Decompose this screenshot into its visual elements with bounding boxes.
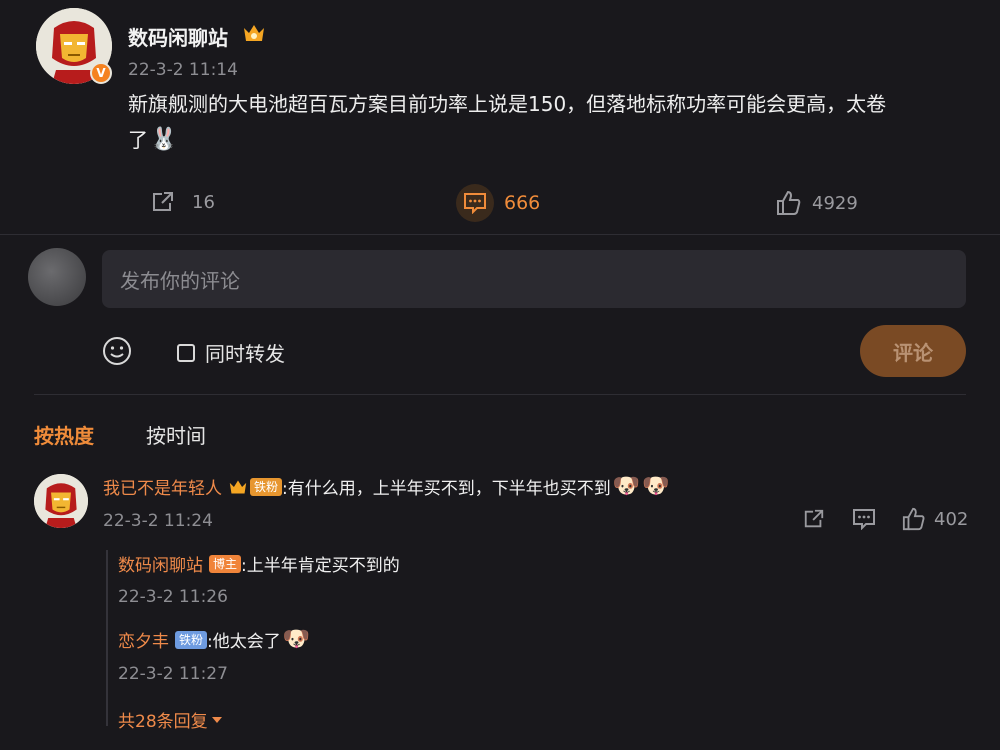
tab-sort-hot[interactable]: 按热度 (34, 420, 94, 449)
doge-emoji-icon: 🐶 (612, 473, 641, 499)
reply-text: :他太会了 (207, 632, 281, 652)
post-text-line2: 了 🐰 (128, 122, 177, 158)
doge-emoji-icon: 🐶 (282, 626, 311, 652)
post-text-tail: 了 (128, 128, 148, 152)
post-time: 22-3-2 11:14 (128, 60, 238, 80)
reply-item: 数码闲聊站 博主 :上半年肯定买不到的 (118, 551, 400, 576)
like-button[interactable]: 4929 (776, 190, 858, 216)
my-avatar (28, 248, 86, 306)
reply-user-name[interactable]: 恋夕丰 (118, 627, 169, 652)
share-icon (153, 192, 173, 211)
comment-like-button[interactable]: 402 (902, 507, 968, 531)
chevron-down-icon (211, 716, 222, 723)
thumbs-up-icon (902, 507, 925, 531)
reply-item: 恋夕丰 铁粉 :他太会了 🐶 (118, 627, 310, 652)
submit-comment-button[interactable]: 评论 (860, 325, 966, 377)
reply-user-name[interactable]: 数码闲聊站 (118, 551, 203, 576)
tab-sort-time[interactable]: 按时间 (146, 420, 206, 449)
reply-time: 22-3-2 11:26 (118, 587, 228, 607)
comment-input[interactable]: 发布你的评论 (102, 250, 966, 308)
comment-text: :有什么用，上半年买不到，下半年也买不到 (282, 479, 611, 499)
post-author-name[interactable]: 数码闲聊站 (128, 22, 228, 51)
commenter-avatar[interactable] (34, 474, 88, 528)
comment-share-button[interactable] (802, 508, 826, 530)
thumbs-up-icon (777, 190, 801, 215)
comment-time: 22-3-2 11:24 (103, 511, 213, 531)
post-divider (0, 234, 1000, 235)
comment-count: 666 (504, 192, 541, 214)
composer-divider (34, 394, 966, 395)
share-button[interactable]: 16 (150, 190, 215, 214)
comment-input-placeholder: 发布你的评论 (120, 268, 240, 293)
more-replies-label: 共28条回复 (118, 712, 208, 732)
ironman-avatar-image (34, 474, 88, 528)
doge-emoji-icon: 🐶 (642, 473, 670, 499)
comment-header: 我已不是年轻人 铁粉 :有什么用，上半年买不到，下半年也买不到 🐶 🐶 (103, 474, 670, 499)
fan-tag: 铁粉 (175, 630, 208, 649)
reply-text: :上半年肯定买不到的 (241, 556, 400, 576)
comment-like-count: 402 (934, 508, 969, 530)
comment-icon (853, 509, 875, 530)
share-count: 16 (192, 191, 215, 213)
smiley-icon (103, 337, 131, 365)
more-replies-link[interactable]: 共28条回复 (118, 707, 223, 732)
crown-badge-icon (242, 22, 266, 44)
verified-badge-icon: V (90, 62, 112, 84)
commenter-name[interactable]: 我已不是年轻人 (103, 474, 222, 499)
fan-tag: 铁粉 (250, 477, 283, 496)
post-text-line1: 新旗舰测的大电池超百瓦方案目前功率上说是150，但落地标称功率可能会更高，太卷 (128, 92, 887, 116)
comment-icon (456, 184, 494, 222)
repost-checkbox[interactable] (177, 343, 195, 362)
repost-toggle[interactable]: 同时转发 (177, 338, 285, 367)
reply-time: 22-3-2 11:27 (118, 664, 228, 684)
emoji-picker-button[interactable] (102, 336, 132, 366)
comment-reply-button[interactable] (852, 508, 876, 530)
repost-label: 同时转发 (205, 342, 285, 366)
blogger-tag: 博主 (209, 554, 242, 573)
share-icon (804, 509, 824, 528)
like-count: 4929 (812, 192, 858, 214)
crown-badge-icon (228, 478, 248, 496)
bunny-emoji-icon: 🐰 (150, 127, 178, 152)
comment-button[interactable]: 666 (456, 184, 540, 222)
reply-thread-line (106, 550, 108, 726)
